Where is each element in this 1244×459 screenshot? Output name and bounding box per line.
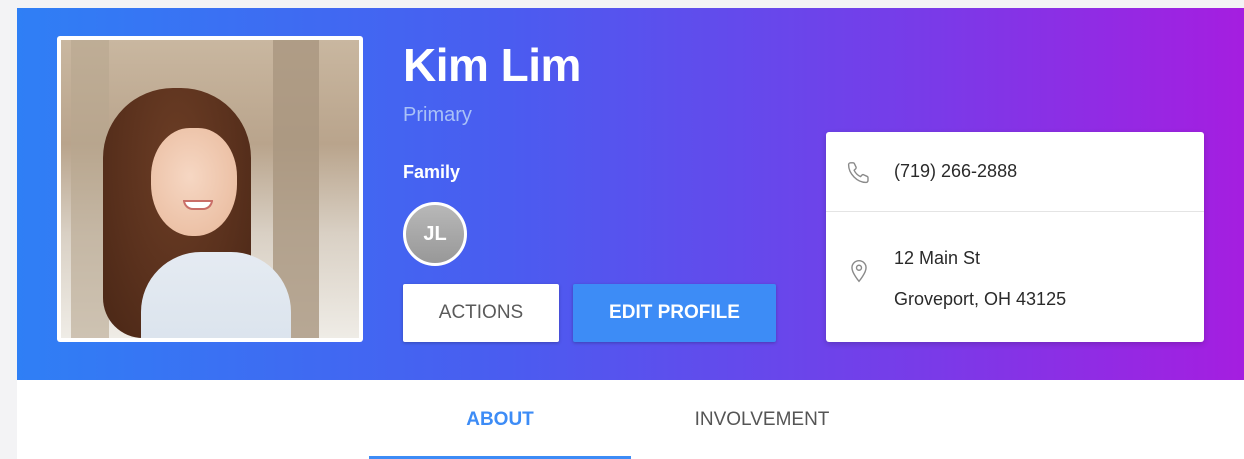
profile-name: Kim Lim bbox=[403, 39, 581, 91]
profile-role: Primary bbox=[403, 104, 472, 126]
contact-card: (719) 266-2888 12 Main St Groveport, OH … bbox=[826, 132, 1204, 342]
address-line-1[interactable]: 12 Main St bbox=[894, 248, 980, 269]
edit-profile-button[interactable]: EDIT PROFILE bbox=[573, 284, 776, 342]
tab-about[interactable]: ABOUT bbox=[369, 380, 631, 459]
tab-involvement-label: INVOLVEMENT bbox=[694, 408, 830, 430]
family-label: Family bbox=[403, 162, 461, 182]
contact-phone-row[interactable]: (719) 266-2888 bbox=[826, 132, 1204, 212]
profile-header: Kim Lim Primary Family JL ACTIONS EDIT P… bbox=[17, 8, 1244, 380]
profile-page: Kim Lim Primary Family JL ACTIONS EDIT P… bbox=[0, 0, 1244, 459]
address-line-2[interactable]: Groveport, OH 43125 bbox=[894, 289, 1066, 310]
family-member-avatar[interactable]: JL bbox=[403, 202, 467, 266]
actions-button[interactable]: ACTIONS bbox=[403, 284, 559, 342]
profile-photo bbox=[57, 36, 363, 342]
tab-involvement[interactable]: INVOLVEMENT bbox=[631, 380, 893, 459]
phone-icon bbox=[846, 159, 872, 185]
profile-photo-image bbox=[61, 40, 359, 338]
profile-tabs: ABOUT INVOLVEMENT bbox=[17, 380, 1244, 459]
tab-about-label: ABOUT bbox=[466, 408, 534, 430]
phone-number[interactable]: (719) 266-2888 bbox=[894, 161, 1017, 182]
contact-address-row[interactable]: 12 Main St Groveport, OH 43125 bbox=[826, 212, 1204, 342]
map-pin-icon bbox=[846, 258, 872, 284]
